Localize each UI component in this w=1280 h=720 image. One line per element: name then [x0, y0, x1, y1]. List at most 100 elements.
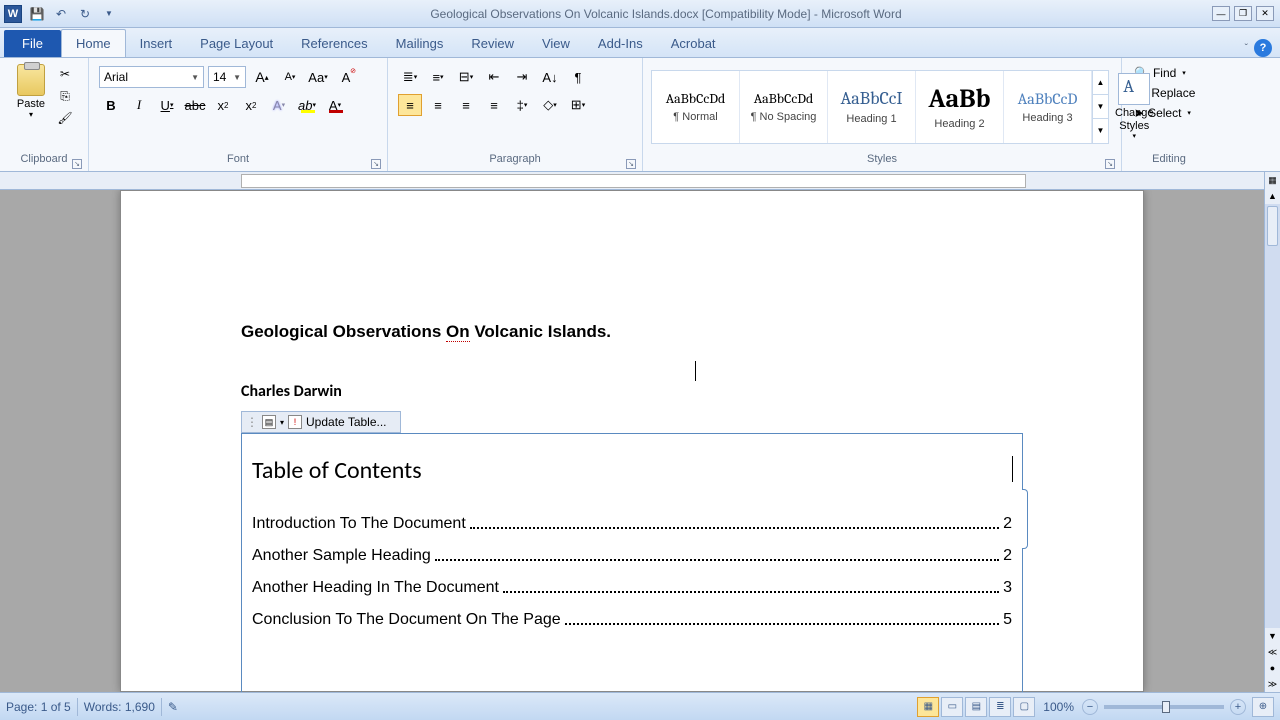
decrease-indent-button[interactable]: ⇤ — [482, 66, 506, 88]
horizontal-ruler[interactable] — [0, 172, 1264, 190]
vertical-scrollbar[interactable]: ▦ ▲ ▼ ≪ ● ≫ — [1264, 172, 1280, 692]
tab-insert[interactable]: Insert — [126, 30, 187, 57]
tab-mailings[interactable]: Mailings — [382, 30, 458, 57]
word-count[interactable]: Words: 1,690 — [84, 700, 155, 714]
tab-acrobat[interactable]: Acrobat — [657, 30, 730, 57]
paragraph-launcher[interactable]: ↘ — [626, 159, 636, 169]
proofing-icon[interactable]: ✎ — [168, 700, 178, 714]
gallery-down[interactable]: ▼ — [1093, 95, 1108, 119]
gallery-up[interactable]: ▲ — [1093, 71, 1108, 95]
style-item-2[interactable]: AaBbCcIHeading 1 — [828, 71, 916, 143]
font-size-combo[interactable]: 14▼ — [208, 66, 246, 88]
superscript-button[interactable]: x2 — [239, 94, 263, 116]
web-layout-view[interactable]: ▤ — [965, 697, 987, 717]
toc-update-icon[interactable]: ! — [288, 415, 302, 429]
line-spacing-button[interactable]: ‡▾ — [510, 94, 534, 116]
clear-formatting-button[interactable]: A⊘ — [334, 66, 358, 88]
shrink-font-button[interactable]: A▾ — [278, 66, 302, 88]
justify-button[interactable]: ≡ — [482, 94, 506, 116]
text-effects-button[interactable]: A▾ — [267, 94, 291, 116]
toc-entry[interactable]: Introduction To The Document2 — [252, 515, 1012, 533]
gallery-more[interactable]: ▼ — [1093, 119, 1108, 142]
toc-entry[interactable]: Conclusion To The Document On The Page5 — [252, 611, 1012, 629]
select-button[interactable]: ➤Select▾ — [1130, 104, 1208, 122]
paste-button[interactable]: Paste ▾ — [11, 60, 51, 128]
tab-review[interactable]: Review — [457, 30, 528, 57]
style-item-1[interactable]: AaBbCcDd¶ No Spacing — [740, 71, 828, 143]
toc-entry[interactable]: Another Sample Heading2 — [252, 547, 1012, 565]
scroll-thumb[interactable] — [1267, 206, 1278, 246]
clipboard-launcher[interactable]: ↘ — [72, 159, 82, 169]
page-status[interactable]: Page: 1 of 5 — [6, 700, 71, 714]
cut-button[interactable]: ✂ — [53, 64, 77, 84]
redo-button[interactable]: ↻ — [74, 3, 96, 25]
toc-heading[interactable]: Table of Contents — [252, 456, 1012, 485]
tab-file[interactable]: File — [4, 30, 61, 57]
zoom-in-button[interactable]: + — [1230, 699, 1246, 715]
styles-launcher[interactable]: ↘ — [1105, 159, 1115, 169]
strikethrough-button[interactable]: abc — [183, 94, 207, 116]
numbering-button[interactable]: ≡▾ — [426, 66, 450, 88]
tab-home[interactable]: Home — [61, 29, 126, 57]
format-painter-button[interactable]: 🖌 — [53, 108, 77, 128]
tab-view[interactable]: View — [528, 30, 584, 57]
draft-view[interactable]: ▢ — [1013, 697, 1035, 717]
ruler-toggle-icon[interactable]: ▦ — [1265, 172, 1280, 188]
multilevel-list-button[interactable]: ⊟▾ — [454, 66, 478, 88]
style-item-0[interactable]: AaBbCcDd¶ Normal — [652, 71, 740, 143]
scroll-down-button[interactable]: ▼ — [1265, 628, 1280, 644]
style-item-4[interactable]: AaBbCcDHeading 3 — [1004, 71, 1092, 143]
toc-doc-icon[interactable]: ▤ — [262, 415, 276, 429]
tab-page-layout[interactable]: Page Layout — [186, 30, 287, 57]
print-layout-view[interactable]: ▦ — [917, 697, 939, 717]
change-case-button[interactable]: Aa▾ — [306, 66, 330, 88]
shading-button[interactable]: ◇▾ — [538, 94, 562, 116]
prev-page-button[interactable]: ≪ — [1265, 644, 1280, 660]
minimize-ribbon-icon[interactable]: ˇ — [1245, 43, 1248, 54]
zoom-slider[interactable] — [1104, 705, 1224, 709]
align-left-button[interactable]: ≡ — [398, 94, 422, 116]
borders-button[interactable]: ⊞▾ — [566, 94, 590, 116]
undo-button[interactable]: ↶ — [50, 3, 72, 25]
italic-button[interactable]: I — [127, 94, 151, 116]
underline-button[interactable]: U▾ — [155, 94, 179, 116]
scroll-up-button[interactable]: ▲ — [1265, 188, 1280, 204]
tab-references[interactable]: References — [287, 30, 381, 57]
grow-font-button[interactable]: A▴ — [250, 66, 274, 88]
subscript-button[interactable]: x2 — [211, 94, 235, 116]
save-button[interactable]: 💾 — [26, 3, 48, 25]
increase-indent-button[interactable]: ⇥ — [510, 66, 534, 88]
zoom-out-button[interactable]: − — [1082, 699, 1098, 715]
style-item-3[interactable]: AaBbHeading 2 — [916, 71, 1004, 143]
bold-button[interactable]: B — [99, 94, 123, 116]
toc-container[interactable]: Table of Contents Introduction To The Do… — [241, 433, 1023, 692]
document-area[interactable]: Geological Observations On Volcanic Isla… — [0, 190, 1264, 692]
sort-button[interactable]: A↓ — [538, 66, 562, 88]
next-page-button[interactable]: ≫ — [1265, 676, 1280, 692]
outline-view[interactable]: ≣ — [989, 697, 1011, 717]
maximize-button[interactable]: ❐ — [1234, 6, 1252, 21]
copy-button[interactable]: ⎘ — [53, 86, 77, 106]
full-screen-view[interactable]: ▭ — [941, 697, 963, 717]
minimize-button[interactable]: — — [1212, 6, 1230, 21]
font-name-combo[interactable]: Arial▼ — [99, 66, 204, 88]
toc-entry[interactable]: Another Heading In The Document3 — [252, 579, 1012, 597]
align-right-button[interactable]: ≡ — [454, 94, 478, 116]
align-center-button[interactable]: ≡ — [426, 94, 450, 116]
browse-object-button[interactable]: ● — [1265, 660, 1280, 676]
qat-customize[interactable]: ▼ — [98, 3, 120, 25]
close-button[interactable]: ✕ — [1256, 6, 1274, 21]
highlight-button[interactable]: ab▾ — [295, 94, 319, 116]
bullets-button[interactable]: ≣▾ — [398, 66, 422, 88]
tab-addins[interactable]: Add-Ins — [584, 30, 657, 57]
document-title[interactable]: Geological Observations On Volcanic Isla… — [241, 321, 1023, 342]
toc-control-bar[interactable]: ⋮ ▤ ▾ ! Update Table... — [241, 411, 401, 433]
toc-handle-icon[interactable] — [1022, 489, 1028, 549]
font-launcher[interactable]: ↘ — [371, 159, 381, 169]
font-color-button[interactable]: A▾ — [323, 94, 347, 116]
show-hide-button[interactable]: ¶ — [566, 66, 590, 88]
zoom-percent[interactable]: 100% — [1043, 700, 1074, 714]
help-icon[interactable]: ? — [1254, 39, 1272, 57]
document-author[interactable]: Charles Darwin — [241, 382, 1023, 401]
zoom-fit-button[interactable]: ⊕ — [1252, 697, 1274, 717]
